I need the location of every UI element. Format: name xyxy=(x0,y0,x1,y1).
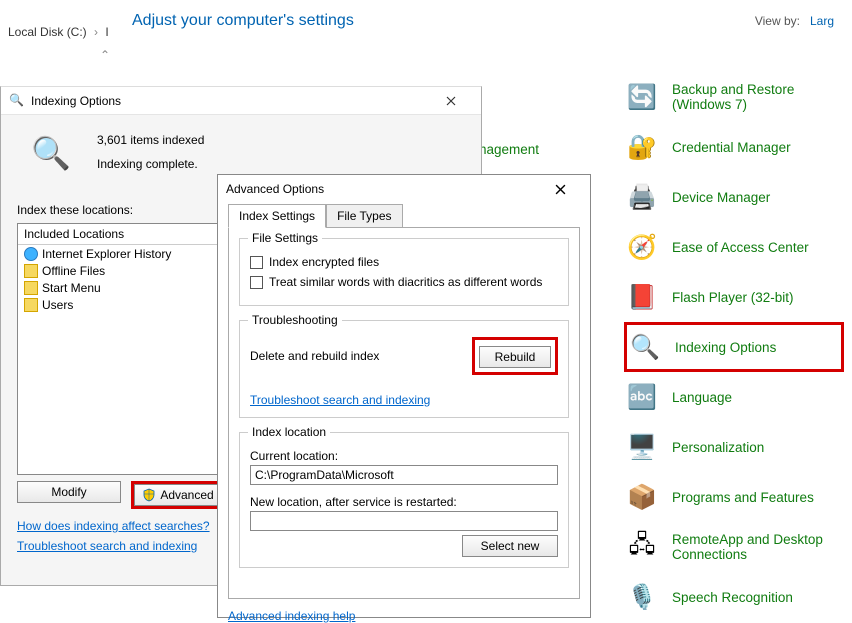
cp-item-label: Ease of Access Center xyxy=(672,240,809,255)
cp-item-icon: 🖧 xyxy=(624,529,660,565)
magnifier-icon: 🔍 xyxy=(27,129,75,177)
page-title: Adjust your computer's settings xyxy=(132,12,354,30)
troubleshoot-link[interactable]: Troubleshoot search and indexing xyxy=(250,393,430,407)
cp-item-label: Indexing Options xyxy=(675,340,776,355)
cp-item-icon: 📕 xyxy=(624,279,660,315)
cp-item-icon: 🖥️ xyxy=(624,429,660,465)
breadcrumb[interactable]: Local Disk (C:) › I xyxy=(8,25,109,39)
cp-item-icon: 🖨️ xyxy=(624,179,660,215)
cp-item-label: Backup and Restore (Windows 7) xyxy=(672,82,844,112)
group-label: Index location xyxy=(248,425,330,439)
cp-item-label: Speech Recognition xyxy=(672,590,793,605)
tab-index-settings[interactable]: Index Settings xyxy=(228,204,326,228)
group-label: Troubleshooting xyxy=(248,313,342,327)
cp-item-icon: 📦 xyxy=(624,479,660,515)
current-location-label: Current location: xyxy=(250,449,558,463)
list-header[interactable]: Included Locations xyxy=(18,224,224,245)
cp-item-label: Personalization xyxy=(672,440,764,455)
breadcrumb-segment[interactable]: Local Disk (C:) xyxy=(8,25,87,39)
control-panel-item[interactable]: 📦 Programs and Features xyxy=(624,472,844,522)
titlebar[interactable]: Advanced Options xyxy=(218,175,590,203)
included-locations-list[interactable]: Included Locations Internet Explorer His… xyxy=(17,223,225,475)
select-new-button[interactable]: Select new xyxy=(462,535,558,557)
list-body: Internet Explorer History Offline Files St… xyxy=(18,245,224,313)
list-item[interactable]: Users xyxy=(18,296,224,313)
modify-button[interactable]: Modify xyxy=(17,481,121,503)
close-button[interactable] xyxy=(538,178,582,200)
rebuild-label: Delete and rebuild index xyxy=(250,349,379,363)
control-panel-item[interactable]: 🔐 Credential Manager xyxy=(624,122,844,172)
tab-file-types[interactable]: File Types xyxy=(326,204,402,228)
list-item-label: Internet Explorer History xyxy=(42,247,171,261)
folder-icon xyxy=(24,281,38,295)
control-panel-list: 🔄 Backup and Restore (Windows 7) 🔐 Credenti… xyxy=(624,72,844,622)
list-item[interactable]: Start Menu xyxy=(18,279,224,296)
cp-item-icon: 🔐 xyxy=(624,129,660,165)
control-panel-item[interactable]: 🔍 Indexing Options xyxy=(624,322,844,372)
folder-icon xyxy=(24,264,38,278)
rebuild-button[interactable]: Rebuild xyxy=(479,346,551,368)
control-panel-item[interactable]: 🔤 Language xyxy=(624,372,844,422)
breadcrumb-cut: I xyxy=(105,25,108,39)
list-item[interactable]: Offline Files xyxy=(18,262,224,279)
shield-icon xyxy=(142,488,156,502)
list-item-label: Offline Files xyxy=(42,264,105,278)
list-item-label: Start Menu xyxy=(42,281,101,295)
cp-item-icon: 🧭 xyxy=(624,229,660,265)
diacritics-checkbox[interactable] xyxy=(250,276,263,289)
search-icon: 🔍 xyxy=(9,93,25,109)
partial-text: nagement xyxy=(479,142,539,157)
viewby: View by: Larg xyxy=(755,14,834,28)
cp-item-icon: 🔤 xyxy=(624,379,660,415)
file-settings-group: File Settings Index encrypted files Trea… xyxy=(239,238,569,306)
highlight-box: Advanced xyxy=(131,481,225,509)
control-panel-item[interactable]: 🧭 Ease of Access Center xyxy=(624,222,844,272)
control-panel-item[interactable]: 📕 Flash Player (32-bit) xyxy=(624,272,844,322)
dialog-title: Indexing Options xyxy=(31,94,429,108)
control-panel-item[interactable]: 🖨️ Device Manager xyxy=(624,172,844,222)
advanced-help-link[interactable]: Advanced indexing help xyxy=(228,609,355,623)
dialog-title: Advanced Options xyxy=(226,182,324,196)
control-panel-item[interactable]: 🖥️ Personalization xyxy=(624,422,844,472)
control-panel-item[interactable]: 🎙️ Speech Recognition xyxy=(624,572,844,622)
troubleshooting-group: Troubleshooting Delete and rebuild index… xyxy=(239,320,569,418)
index-state: Indexing complete. xyxy=(97,157,465,171)
new-location-label: New location, after service is restarted… xyxy=(250,495,558,509)
index-location-group: Index location Current location: New loc… xyxy=(239,432,569,568)
group-label: File Settings xyxy=(248,231,322,245)
cp-item-label: Language xyxy=(672,390,732,405)
highlight-box: Rebuild xyxy=(472,337,558,375)
encrypt-label: Index encrypted files xyxy=(269,255,379,269)
chevron-up-icon: ⌃ xyxy=(100,48,110,62)
viewby-link[interactable]: Larg xyxy=(810,14,834,28)
cp-item-icon: 🔍 xyxy=(627,329,663,365)
diacritics-label: Treat similar words with diacritics as d… xyxy=(269,275,542,289)
current-location-field[interactable] xyxy=(250,465,558,485)
ie-icon xyxy=(24,247,38,261)
advanced-options-dialog: Advanced Options Index Settings File Typ… xyxy=(217,174,591,618)
cp-item-label: Device Manager xyxy=(672,190,770,205)
encrypt-checkbox[interactable] xyxy=(250,256,263,269)
titlebar[interactable]: 🔍 Indexing Options xyxy=(1,87,481,115)
control-panel-item[interactable]: 🔄 Backup and Restore (Windows 7) xyxy=(624,72,844,122)
cp-item-label: Programs and Features xyxy=(672,490,814,505)
index-status: 3,601 items indexed Indexing complete. xyxy=(97,129,465,171)
close-button[interactable] xyxy=(429,90,473,112)
index-count: 3,601 items indexed xyxy=(97,133,465,147)
cp-item-label: Flash Player (32-bit) xyxy=(672,290,794,305)
control-panel-item[interactable]: 🖧 RemoteApp and Desktop Connections xyxy=(624,522,844,572)
cp-item-label: RemoteApp and Desktop Connections xyxy=(672,532,844,562)
cp-item-icon: 🎙️ xyxy=(624,579,660,615)
advanced-button[interactable]: Advanced xyxy=(134,484,222,506)
chevron-right-icon: › xyxy=(94,25,98,39)
list-item-label: Users xyxy=(42,298,73,312)
new-location-field[interactable] xyxy=(250,511,558,531)
list-item[interactable]: Internet Explorer History xyxy=(18,245,224,262)
folder-icon xyxy=(24,298,38,312)
cp-item-label: Credential Manager xyxy=(672,140,791,155)
tab-strip: Index Settings File Types xyxy=(218,203,590,227)
cp-item-icon: 🔄 xyxy=(624,79,660,115)
